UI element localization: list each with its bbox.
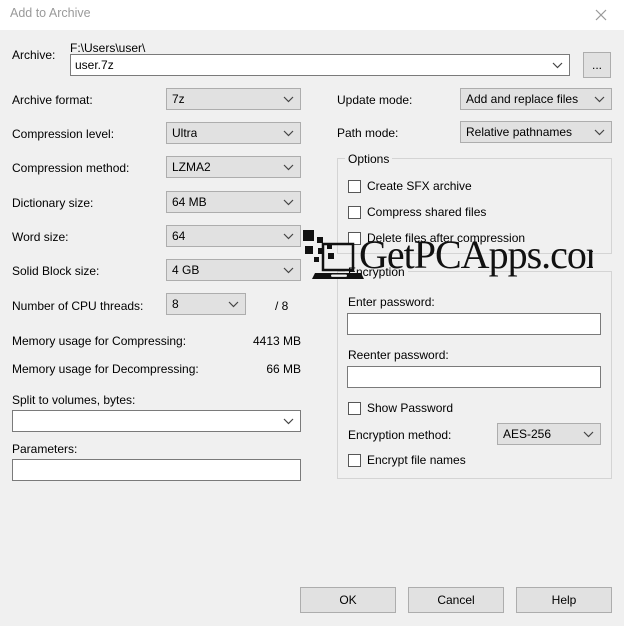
enter-password-input[interactable] (347, 313, 601, 335)
split-volumes-label: Split to volumes, bytes: (12, 393, 136, 407)
cpu-threads-dropdown[interactable]: 8 (166, 293, 246, 315)
compression-method-value: LZMA2 (172, 160, 211, 174)
update-mode-dropdown[interactable]: Add and replace files (460, 88, 612, 110)
checkbox-encrypt-file-names[interactable]: Encrypt file names (348, 453, 466, 467)
checkbox-box[interactable] (348, 231, 361, 245)
compression-method-label: Compression method: (12, 161, 130, 175)
checkbox-box[interactable] (348, 401, 361, 415)
cpu-threads-label: Number of CPU threads: (12, 299, 144, 313)
options-group-title: Options (345, 153, 393, 165)
archive-name-input[interactable]: user.7z (70, 54, 570, 76)
compression-level-dropdown[interactable]: Ultra (166, 122, 301, 144)
close-icon[interactable] (578, 0, 624, 30)
archive-name-value: user.7z (75, 58, 114, 72)
chevron-down-icon[interactable] (282, 411, 294, 431)
checkbox-compress-shared-files[interactable]: Compress shared files (348, 205, 486, 219)
parameters-label: Parameters: (12, 442, 78, 456)
help-button[interactable]: Help (516, 587, 612, 613)
solid-block-size-dropdown[interactable]: 4 GB (166, 259, 301, 281)
word-size-label: Word size: (12, 230, 69, 244)
solid-block-size-value: 4 GB (172, 263, 200, 277)
chevron-down-icon[interactable] (593, 89, 605, 109)
memory-decompressing-value: 66 MB (266, 362, 301, 376)
solid-block-size-label: Solid Block size: (12, 264, 100, 278)
checkbox-box[interactable] (348, 453, 361, 467)
archive-format-label: Archive format: (12, 93, 93, 107)
encryption-method-label: Encryption method: (348, 428, 452, 442)
checkbox-label: Create SFX archive (367, 179, 472, 193)
archive-path-text: F:\Users\user\ (70, 41, 146, 55)
compression-level-value: Ultra (172, 126, 198, 140)
split-volumes-input[interactable] (12, 410, 301, 432)
chevron-down-icon[interactable] (282, 157, 294, 177)
dictionary-size-label: Dictionary size: (12, 196, 94, 210)
dictionary-size-value: 64 MB (172, 195, 207, 209)
update-mode-value: Add and replace files (466, 92, 579, 106)
update-mode-label: Update mode: (337, 93, 413, 107)
checkbox-delete-files-after-compression[interactable]: Delete files after compression (348, 231, 525, 245)
reenter-password-label: Reenter password: (348, 348, 449, 362)
chevron-down-icon[interactable] (282, 89, 294, 109)
checkbox-label: Delete files after compression (367, 231, 526, 245)
memory-compressing-value: 4413 MB (252, 334, 301, 348)
checkbox-create-sfx-archive[interactable]: Create SFX archive (348, 179, 472, 193)
compression-method-dropdown[interactable]: LZMA2 (166, 156, 301, 178)
chevron-down-icon[interactable] (227, 294, 239, 314)
archive-format-dropdown[interactable]: 7z (166, 88, 301, 110)
path-mode-value: Relative pathnames (466, 125, 573, 139)
path-mode-dropdown[interactable]: Relative pathnames (460, 121, 612, 143)
chevron-down-icon[interactable] (282, 260, 294, 280)
window-title: Add to Archive (10, 6, 91, 20)
cpu-threads-total: / 8 (275, 299, 289, 313)
compression-level-label: Compression level: (12, 127, 115, 141)
chevron-down-icon[interactable] (282, 192, 294, 212)
word-size-dropdown[interactable]: 64 (166, 225, 301, 247)
chevron-down-icon[interactable] (582, 424, 594, 444)
encryption-method-value: AES-256 (503, 427, 552, 441)
ok-button[interactable]: OK (300, 587, 396, 613)
archive-label: Archive: (12, 48, 56, 62)
title-bar: Add to Archive (0, 0, 624, 30)
browse-button[interactable]: ... (583, 52, 611, 78)
checkbox-label: Compress shared files (367, 205, 487, 219)
dictionary-size-dropdown[interactable]: 64 MB (166, 191, 301, 213)
archive-format-value: 7z (172, 92, 185, 106)
cancel-button[interactable]: Cancel (408, 587, 504, 613)
checkbox-show-password[interactable]: Show Password (348, 401, 453, 415)
encryption-method-dropdown[interactable]: AES-256 (497, 423, 601, 445)
chevron-down-icon[interactable] (593, 122, 605, 142)
reenter-password-input[interactable] (347, 366, 601, 388)
add-to-archive-dialog: Add to Archive Archive: F:\Users\user\ u… (0, 0, 624, 626)
memory-decompressing-label: Memory usage for Decompressing: (12, 362, 199, 376)
checkbox-label: Show Password (367, 401, 454, 415)
chevron-down-icon[interactable] (551, 55, 563, 75)
enter-password-label: Enter password: (348, 295, 435, 309)
parameters-input[interactable] (12, 459, 301, 481)
chevron-down-icon[interactable] (282, 123, 294, 143)
word-size-value: 64 (172, 229, 186, 243)
cpu-threads-value: 8 (172, 297, 179, 311)
memory-compressing-label: Memory usage for Compressing: (12, 334, 187, 348)
checkbox-box[interactable] (348, 179, 361, 193)
chevron-down-icon[interactable] (282, 226, 294, 246)
checkbox-box[interactable] (348, 205, 361, 219)
checkbox-label: Encrypt file names (367, 453, 466, 467)
encryption-group-title: Encryption (345, 266, 408, 278)
path-mode-label: Path mode: (337, 126, 399, 140)
